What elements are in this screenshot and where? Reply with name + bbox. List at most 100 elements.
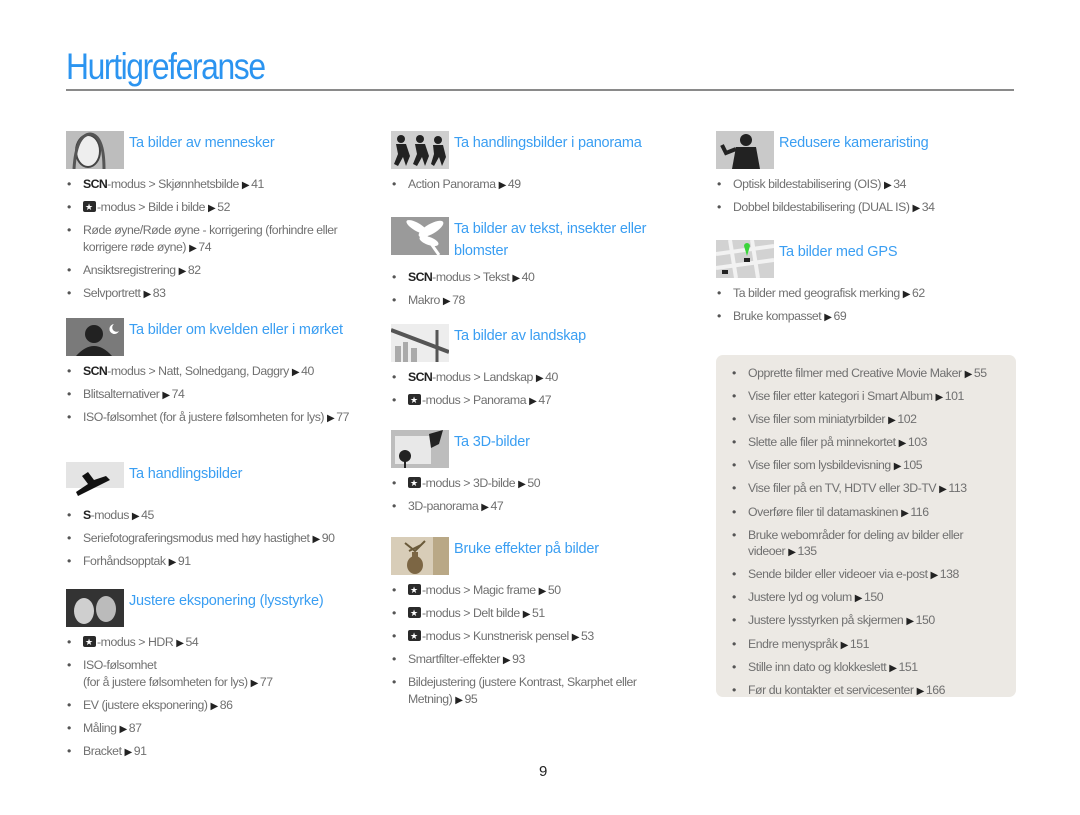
page-ref[interactable]: 83 [153, 286, 166, 300]
section-header: Ta 3D-bilder [391, 430, 691, 468]
page-ref[interactable]: 91 [178, 554, 191, 568]
page-ref[interactable]: 93 [512, 652, 525, 666]
page-ref[interactable]: 40 [545, 370, 558, 384]
page-ref-arrow-icon: ▶ [327, 413, 335, 424]
item-text: -modus > Panorama [422, 393, 527, 407]
page-ref-arrow-icon: ▶ [208, 203, 216, 214]
page-ref-arrow-icon: ▶ [788, 547, 796, 559]
page-ref[interactable]: 54 [186, 635, 199, 649]
page-ref[interactable]: 34 [893, 177, 906, 191]
item-text: Selvportrett [83, 285, 141, 300]
page-ref[interactable]: 150 [864, 590, 884, 604]
list-item: SCN-modus > Tekst▶40 [391, 269, 691, 288]
page-ref[interactable]: 78 [452, 293, 465, 307]
list-item: -modus > HDR▶54 [66, 634, 366, 653]
page-ref[interactable]: 105 [903, 458, 923, 472]
page-ref[interactable]: 53 [581, 629, 594, 643]
section-effects: Bruke effekter på bilder -modus > Magic f… [391, 537, 691, 714]
page-ref[interactable]: 77 [336, 410, 349, 424]
page-ref[interactable]: 82 [188, 263, 201, 277]
page-ref[interactable]: 45 [141, 508, 154, 522]
page-ref[interactable]: 74 [198, 240, 211, 254]
page-ref[interactable]: 102 [897, 412, 917, 426]
item-text: Før du kontakter et servicesenter [748, 682, 914, 697]
section-list: SCN-modus > Tekst▶40 Makro▶78 [391, 269, 691, 311]
waving-person-icon [716, 131, 774, 169]
item-text: 3D-panorama [408, 499, 479, 513]
section-list: Ta bilder med geografisk merking▶62Bruke… [716, 285, 1016, 327]
page-ref[interactable]: 51 [532, 606, 545, 620]
list-item: Makro▶78 [391, 292, 691, 311]
page-ref[interactable]: 40 [301, 364, 314, 378]
item-text: -modus > Bilde i bilde [97, 200, 206, 214]
page-ref[interactable]: 87 [129, 721, 142, 735]
page-ref-arrow-icon: ▶ [840, 639, 849, 651]
page-ref[interactable]: 62 [912, 286, 925, 300]
page-ref[interactable]: 166 [926, 683, 946, 697]
item-text: -modus > Magic frame [422, 583, 536, 597]
section-gps: Ta bilder med GPS Ta bilder med geografis… [716, 240, 1016, 331]
page-ref-arrow-icon: ▶ [893, 461, 902, 473]
item-text: Justere lyd og volum [748, 590, 852, 605]
page-ref[interactable]: 86 [220, 698, 233, 712]
page-ref[interactable]: 135 [797, 544, 817, 558]
page-ref[interactable]: 77 [260, 675, 273, 689]
night-photo-icon [66, 318, 124, 356]
page-ref[interactable]: 116 [910, 505, 929, 519]
page-ref-arrow-icon: ▶ [162, 390, 170, 401]
page-ref[interactable]: 151 [899, 660, 919, 674]
page-ref-arrow-icon: ▶ [912, 203, 921, 214]
item-text: Justere lysstyrken på skjermen [748, 613, 904, 628]
page-ref[interactable]: 34 [922, 200, 935, 214]
list-item: ISO-følsomhet (for å justere følsomheten… [66, 409, 366, 428]
section-3d: Ta 3D-bilder -modus > 3D-bilde▶50 3D-panor… [391, 430, 691, 521]
item-text: Blitsalternativer [83, 387, 160, 401]
section-header: Ta handlingsbilder i panorama [391, 131, 691, 169]
page-ref[interactable]: 113 [948, 481, 967, 495]
page-ref[interactable]: 95 [465, 692, 478, 706]
page-ref[interactable]: 55 [974, 366, 987, 380]
page-ref[interactable]: 47 [538, 393, 551, 407]
section-action-panorama: Ta handlingsbilder i panorama Action Pano… [391, 131, 691, 199]
page-ref-arrow-icon: ▶ [939, 484, 947, 496]
page-ref[interactable]: 40 [522, 270, 535, 284]
section-header: Ta bilder av mennesker [66, 131, 366, 169]
item-text: -modus > 3D-bilde [422, 476, 516, 490]
page-ref[interactable]: 151 [850, 637, 870, 651]
couple-photo-icon [66, 589, 124, 627]
page-ref[interactable]: 90 [322, 531, 335, 545]
page-ref-arrow-icon: ▶ [854, 593, 863, 605]
page-ref[interactable]: 74 [172, 387, 185, 401]
item-text: Ansiktsregistrering [83, 262, 176, 277]
snowboarder-icon [66, 462, 124, 500]
flower-icon [391, 217, 449, 255]
item-text: ISO-følsomhet [83, 658, 157, 672]
item-text: Vise filer som miniatyrbilder [748, 412, 886, 427]
mode-label: SCN [408, 370, 433, 384]
camera-mode-icon [408, 628, 421, 645]
page-ref[interactable]: 150 [916, 613, 936, 627]
page-ref[interactable]: 138 [940, 567, 960, 581]
list-item: ISO-følsomhet (for å justere følsomheten … [66, 657, 366, 692]
page-ref-arrow-icon: ▶ [518, 479, 526, 490]
section-title: Bruke effekter på bilder [454, 541, 599, 557]
page-ref[interactable]: 50 [527, 476, 540, 490]
page-ref[interactable]: 103 [908, 435, 928, 449]
page-ref[interactable]: 50 [548, 583, 561, 597]
mode-label: S [83, 508, 91, 522]
item-text: Måling [83, 720, 117, 735]
section-header: Bruke effekter på bilder [391, 537, 691, 575]
page-ref-arrow-icon: ▶ [522, 609, 531, 620]
page-ref[interactable]: 69 [834, 309, 847, 323]
page-ref[interactable]: 52 [217, 200, 230, 214]
box-list-item: Vise filer etter kategori i Smart Album▶… [731, 388, 1010, 407]
page-ref[interactable]: 101 [945, 389, 965, 403]
mode-label: SCN [83, 177, 108, 191]
section-title: Ta bilder av mennesker [129, 135, 275, 151]
section-list: -modus > Magic frame▶50-modus > Delt bil… [391, 582, 691, 709]
page-ref[interactable]: 91 [134, 744, 147, 758]
list-item: 3D-panorama▶47 [391, 498, 691, 517]
page-ref[interactable]: 47 [491, 499, 504, 513]
page-ref[interactable]: 41 [251, 177, 264, 191]
page-ref[interactable]: 49 [508, 177, 521, 191]
